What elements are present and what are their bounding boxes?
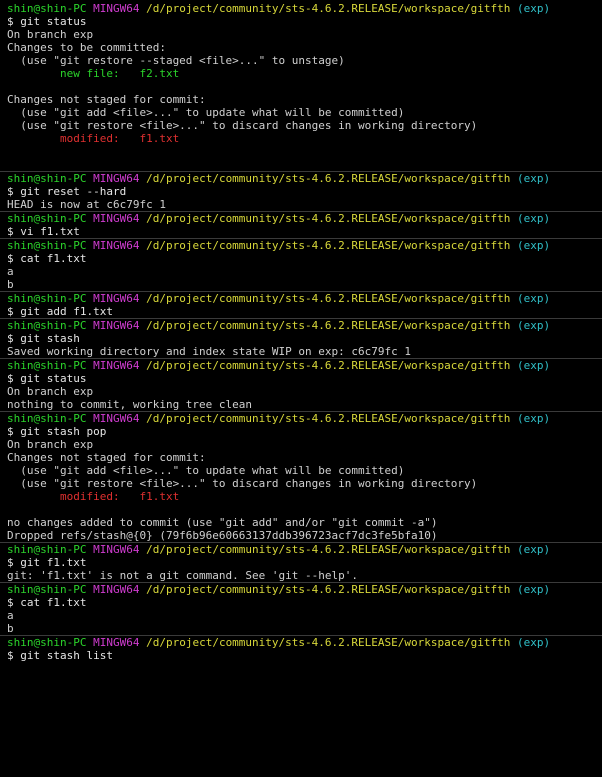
prompt-path: /d/project/community/sts-4.6.2.RELEASE/w… <box>146 212 511 225</box>
output-line: On branch exp <box>7 438 94 451</box>
output-line: Changes not staged for commit: <box>7 93 206 106</box>
output-line: a <box>7 265 14 278</box>
command-line: $ cat f1.txt <box>7 252 87 265</box>
command-line: $ vi f1.txt <box>7 225 80 238</box>
command-line: $ git status <box>7 372 87 385</box>
output-line: (use "git restore --staged <file>..." to… <box>7 54 345 67</box>
prompt-branch: (exp) <box>516 412 551 425</box>
prompt-user: shin@shin-PC <box>7 2 87 15</box>
prompt-user: shin@shin-PC <box>7 319 87 332</box>
prompt-user: shin@shin-PC <box>7 172 87 185</box>
prompt-user: shin@shin-PC <box>7 212 87 225</box>
prompt-path: /d/project/community/sts-4.6.2.RELEASE/w… <box>146 319 511 332</box>
prompt-path: /d/project/community/sts-4.6.2.RELEASE/w… <box>146 359 511 372</box>
prompt-branch: (exp) <box>516 359 551 372</box>
prompt-user: shin@shin-PC <box>7 292 87 305</box>
prompt-shell: MINGW64 <box>93 359 140 372</box>
output-line: b <box>7 278 14 291</box>
prompt-path: /d/project/community/sts-4.6.2.RELEASE/w… <box>146 543 511 556</box>
prompt-line: shin@shin-PC MINGW64 /d/project/communit… <box>7 292 602 305</box>
prompt-path: /d/project/community/sts-4.6.2.RELEASE/w… <box>146 583 511 596</box>
prompt-line: shin@shin-PC MINGW64 /d/project/communit… <box>7 583 602 596</box>
prompt-shell: MINGW64 <box>93 319 140 332</box>
prompt-path: /d/project/community/sts-4.6.2.RELEASE/w… <box>146 412 511 425</box>
command-line: $ git stash <box>7 332 80 345</box>
prompt-branch: (exp) <box>516 319 551 332</box>
output-line: modified: f1.txt <box>7 132 180 145</box>
prompt-user: shin@shin-PC <box>7 359 87 372</box>
output-line: b <box>7 622 14 635</box>
prompt-branch: (exp) <box>516 172 551 185</box>
prompt-branch: (exp) <box>516 583 551 596</box>
prompt-shell: MINGW64 <box>93 212 140 225</box>
output-line: Changes to be committed: <box>7 41 166 54</box>
command-line: $ cat f1.txt <box>7 596 87 609</box>
output-line: no changes added to commit (use "git add… <box>7 516 438 529</box>
prompt-shell: MINGW64 <box>93 292 140 305</box>
prompt-shell: MINGW64 <box>93 583 140 596</box>
output-line: (use "git add <file>..." to update what … <box>7 464 405 477</box>
output-line: git: 'f1.txt' is not a git command. See … <box>7 569 358 582</box>
output-line: On branch exp <box>7 28 94 41</box>
prompt-path: /d/project/community/sts-4.6.2.RELEASE/w… <box>146 2 511 15</box>
prompt-user: shin@shin-PC <box>7 412 87 425</box>
prompt-line: shin@shin-PC MINGW64 /d/project/communit… <box>7 359 602 372</box>
prompt-branch: (exp) <box>516 2 551 15</box>
output-line: Changes not staged for commit: <box>7 451 206 464</box>
output-line: nothing to commit, working tree clean <box>7 398 253 411</box>
prompt-shell: MINGW64 <box>93 172 140 185</box>
command-line: $ git f1.txt <box>7 556 87 569</box>
prompt-branch: (exp) <box>516 636 551 649</box>
prompt-line: shin@shin-PC MINGW64 /d/project/communit… <box>7 2 602 15</box>
output-line: modified: f1.txt <box>7 490 180 503</box>
prompt-shell: MINGW64 <box>93 2 140 15</box>
command-line: $ git stash list <box>7 649 113 662</box>
prompt-branch: (exp) <box>516 543 551 556</box>
prompt-line: shin@shin-PC MINGW64 /d/project/communit… <box>7 543 602 556</box>
prompt-user: shin@shin-PC <box>7 239 87 252</box>
terminal-output: shin@shin-PC MINGW64 /d/project/communit… <box>0 2 602 662</box>
output-line: On branch exp <box>7 385 94 398</box>
output-line: new file: f2.txt <box>7 67 180 80</box>
prompt-user: shin@shin-PC <box>7 543 87 556</box>
prompt-branch: (exp) <box>516 212 551 225</box>
prompt-branch: (exp) <box>516 239 551 252</box>
output-line: (use "git restore <file>..." to discard … <box>7 119 478 132</box>
command-line: $ git add f1.txt <box>7 305 113 318</box>
prompt-path: /d/project/community/sts-4.6.2.RELEASE/w… <box>146 239 511 252</box>
prompt-line: shin@shin-PC MINGW64 /d/project/communit… <box>7 172 602 185</box>
command-line: $ git stash pop <box>7 425 107 438</box>
prompt-line: shin@shin-PC MINGW64 /d/project/communit… <box>7 636 602 649</box>
prompt-shell: MINGW64 <box>93 239 140 252</box>
prompt-path: /d/project/community/sts-4.6.2.RELEASE/w… <box>146 292 511 305</box>
prompt-path: /d/project/community/sts-4.6.2.RELEASE/w… <box>146 636 511 649</box>
prompt-line: shin@shin-PC MINGW64 /d/project/communit… <box>7 239 602 252</box>
prompt-shell: MINGW64 <box>93 636 140 649</box>
prompt-line: shin@shin-PC MINGW64 /d/project/communit… <box>7 412 602 425</box>
prompt-path: /d/project/community/sts-4.6.2.RELEASE/w… <box>146 172 511 185</box>
output-line: HEAD is now at c6c79fc 1 <box>7 198 166 211</box>
prompt-line: shin@shin-PC MINGW64 /d/project/communit… <box>7 212 602 225</box>
command-line: $ git status <box>7 15 87 28</box>
output-line: (use "git restore <file>..." to discard … <box>7 477 478 490</box>
prompt-shell: MINGW64 <box>93 412 140 425</box>
output-line: Saved working directory and index state … <box>7 345 411 358</box>
output-line: (use "git add <file>..." to update what … <box>7 106 405 119</box>
prompt-branch: (exp) <box>516 292 551 305</box>
prompt-shell: MINGW64 <box>93 543 140 556</box>
output-line: Dropped refs/stash@{0} (79f6b96e60663137… <box>7 529 438 542</box>
command-line: $ git reset --hard <box>7 185 127 198</box>
output-line: a <box>7 609 14 622</box>
prompt-line: shin@shin-PC MINGW64 /d/project/communit… <box>7 319 602 332</box>
terminal-window[interactable]: shin@shin-PC MINGW64 /d/project/communit… <box>0 0 602 777</box>
prompt-user: shin@shin-PC <box>7 636 87 649</box>
prompt-user: shin@shin-PC <box>7 583 87 596</box>
